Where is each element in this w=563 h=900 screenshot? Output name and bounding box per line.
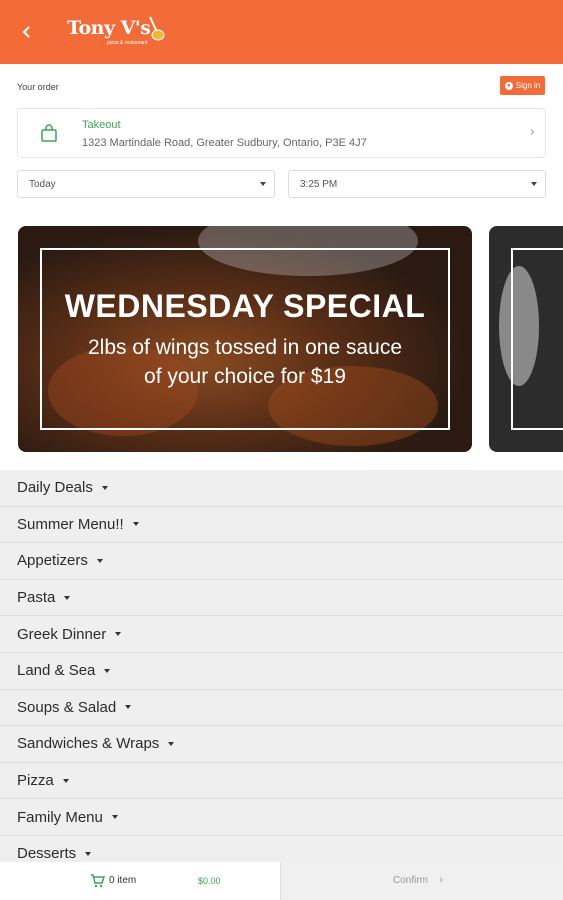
menu-categories: Daily Deals Summer Menu!! Appetizers Pasta G… <box>0 470 563 873</box>
day-select[interactable]: Today <box>17 170 275 198</box>
menu-category-item[interactable]: Daily Deals <box>0 470 563 507</box>
menu-category-label: Pasta <box>17 589 56 607</box>
caret-down-icon <box>125 705 132 710</box>
your-order-label: Your order <box>17 82 59 92</box>
chevron-right-icon: › <box>529 125 535 140</box>
menu-category-item[interactable]: Pasta <box>0 579 563 617</box>
menu-category-label: Summer Menu!! <box>17 515 124 533</box>
caret-down-icon <box>104 668 111 673</box>
menu-category-label: Soups & Salad <box>17 698 117 716</box>
menu-category-label: Pizza <box>17 772 54 790</box>
logo-subtext: pizza & restaurant <box>107 40 148 46</box>
caret-down-icon <box>168 741 175 746</box>
caret-down-icon <box>132 522 139 527</box>
bottom-bar: 0 item $0.00 Confirm › <box>0 862 563 900</box>
time-select-value: 3:25 PM <box>300 179 338 190</box>
day-select-value: Today <box>29 179 56 190</box>
menu-category-item[interactable]: Pizza <box>0 762 563 800</box>
menu-category-item[interactable]: Family Menu <box>0 799 563 836</box>
menu-category-label: Appetizers <box>17 552 88 570</box>
menu-category-label: Land & Sea <box>17 662 96 680</box>
time-select[interactable]: 3:25 PM <box>288 170 546 198</box>
pizza-paddle-icon <box>149 16 165 41</box>
caret-down-icon <box>115 632 122 637</box>
banner-line-2: of your choice for $19 <box>144 365 346 388</box>
caret-down-icon <box>531 182 537 186</box>
menu-category-label: Sandwiches & Wraps <box>17 735 160 753</box>
banner-frame <box>511 248 563 430</box>
takeout-title: Takeout <box>82 119 121 131</box>
confirm-button[interactable]: Confirm › <box>280 862 563 900</box>
chevron-right-icon: › <box>439 873 444 886</box>
cart-icon <box>91 874 105 888</box>
order-panel: Your order ● Sign in Takeout 1323 Martin… <box>0 64 563 209</box>
cart-total: $0.00 <box>198 876 221 886</box>
caret-down-icon <box>85 851 92 856</box>
banner-line-1: 2lbs of wings tossed in one sauce <box>87 336 403 359</box>
caret-down-icon <box>111 815 118 820</box>
takeout-address: 1323 Martindale Road, Greater Sudbury, O… <box>82 137 367 149</box>
chevron-left-icon <box>22 26 30 38</box>
promo-banner[interactable]: WEDNESDAY SPECIAL 2lbs of wings tossed i… <box>18 226 472 452</box>
menu-category-label: Greek Dinner <box>17 625 107 643</box>
menu-category-item[interactable]: Soups & Salad <box>0 689 563 727</box>
menu-category-label: Family Menu <box>17 808 103 826</box>
menu-category-item[interactable]: Greek Dinner <box>0 616 563 653</box>
shopping-bag-icon <box>41 124 57 142</box>
takeout-selector[interactable]: Takeout 1323 Martindale Road, Greater Su… <box>17 108 546 158</box>
app-header: Tony V's pizza & restaurant <box>0 0 563 64</box>
cart-button[interactable]: 0 item $0.00 <box>0 862 280 900</box>
sign-in-button[interactable]: ● Sign in <box>500 76 545 95</box>
caret-down-icon <box>101 485 108 490</box>
cart-count: 0 item <box>109 875 137 886</box>
confirm-label: Confirm <box>393 875 429 886</box>
menu-category-item[interactable]: Appetizers <box>0 543 563 580</box>
menu-category-label: Daily Deals <box>17 479 93 497</box>
sign-in-label: Sign in <box>515 81 541 90</box>
promo-banner-next[interactable] <box>489 226 563 452</box>
caret-down-icon <box>64 595 71 600</box>
caret-down-icon <box>62 778 69 783</box>
menu-category-item[interactable]: Summer Menu!! <box>0 506 563 544</box>
menu-category-item[interactable]: Land & Sea <box>0 652 563 690</box>
back-button[interactable] <box>22 22 40 42</box>
banner-title: WEDNESDAY SPECIAL <box>64 288 426 324</box>
user-icon: ● <box>504 81 513 90</box>
promo-carousel[interactable]: WEDNESDAY SPECIAL 2lbs of wings tossed i… <box>0 209 563 470</box>
menu-category-label: Desserts <box>17 845 77 863</box>
caret-down-icon <box>96 558 103 563</box>
menu-category-item[interactable]: Sandwiches & Wraps <box>0 726 563 763</box>
caret-down-icon <box>260 182 266 186</box>
logo-text: Tony V's <box>67 17 151 39</box>
